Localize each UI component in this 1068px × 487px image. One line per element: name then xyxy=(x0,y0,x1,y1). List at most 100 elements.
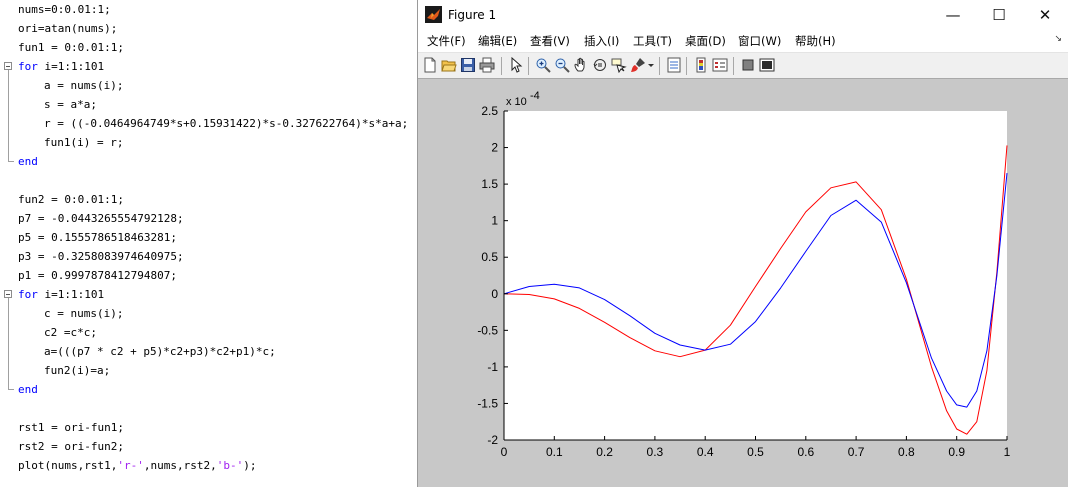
matlab-logo-icon xyxy=(425,6,442,23)
y-tick-label: 1.5 xyxy=(481,177,498,191)
code-text: s = a*a; xyxy=(44,98,97,111)
code-line[interactable]: s = a*a; xyxy=(44,95,97,114)
x-tick-label: 0.6 xyxy=(797,445,814,459)
insert-colorbar-icon[interactable] xyxy=(692,56,710,74)
data-cursor-icon[interactable] xyxy=(610,56,628,74)
code-line[interactable]: rst1 = ori-fun1; xyxy=(18,418,124,437)
code-string: 'b-' xyxy=(216,459,244,472)
brush-icon[interactable] xyxy=(629,56,647,74)
code-line[interactable]: plot(nums,rst1,'r-',nums,rst2,'b-'); xyxy=(18,456,256,475)
code-text: nums=0:0.01:1; xyxy=(18,3,111,16)
code-keyword: end xyxy=(18,155,38,168)
code-line[interactable]: ori=atan(nums); xyxy=(18,19,117,38)
menu-help[interactable]: 帮助(H) xyxy=(795,30,836,52)
code-text: a=(((p7 * c2 + p5)*c2+p3)*c2+p1)*c; xyxy=(44,345,276,358)
rotate-3d-icon[interactable] xyxy=(591,56,609,74)
code-text: ); xyxy=(243,459,257,472)
dock-arrow-icon[interactable]: ↘ xyxy=(1054,34,1062,44)
x-tick-label: 0.1 xyxy=(546,445,563,459)
code-text: plot(nums,rst1, xyxy=(18,459,118,472)
menu-view[interactable]: 查看(V) xyxy=(530,30,570,52)
code-line[interactable]: for i=1:1:101 xyxy=(18,57,104,76)
zoom-in-icon[interactable] xyxy=(534,56,552,74)
toolbar-separator xyxy=(501,57,502,75)
code-text: c2 =c*c; xyxy=(44,326,97,339)
code-line[interactable]: p3 = -0.3258083974640975; xyxy=(18,247,184,266)
zoom-out-icon[interactable] xyxy=(553,56,571,74)
insert-legend-icon[interactable] xyxy=(711,56,729,74)
code-text: fun1(i) = r; xyxy=(44,136,124,149)
x-tick-label: 0.3 xyxy=(647,445,664,459)
code-line[interactable]: fun1 = 0:0.01:1; xyxy=(18,38,124,57)
y-tick-label: 2.5 xyxy=(481,104,498,118)
menu-edit[interactable]: 编辑(E) xyxy=(478,30,517,52)
code-text: p3 = -0.3258083974640975; xyxy=(18,250,184,263)
brush-dropdown-icon[interactable] xyxy=(647,56,655,74)
toolbar-separator xyxy=(659,57,660,75)
y-tick-label: -0.5 xyxy=(477,323,498,337)
figure-window: Figure 1 — ☐ ✕ 文件(F) 编辑(E) 查看(V) 插入(I) 工… xyxy=(417,0,1068,487)
code-line[interactable]: for i=1:1:101 xyxy=(18,285,104,304)
code-line[interactable]: a = nums(i); xyxy=(44,76,123,95)
menu-file[interactable]: 文件(F) xyxy=(427,30,466,52)
code-line[interactable]: end xyxy=(18,152,38,171)
code-text: fun2(i)=a; xyxy=(44,364,111,377)
code-line[interactable]: a=(((p7 * c2 + p5)*c2+p3)*c2+p1)*c; xyxy=(44,342,276,361)
menu-tools[interactable]: 工具(T) xyxy=(633,30,672,52)
menu-insert[interactable]: 插入(I) xyxy=(584,30,619,52)
code-text: i=1:1:101 xyxy=(37,60,105,73)
fold-toggle-icon[interactable] xyxy=(4,290,12,298)
code-editor[interactable]: nums=0:0.01:1; ori=atan(nums); fun1 = 0:0.… xyxy=(0,0,416,487)
minimize-button[interactable]: — xyxy=(930,0,976,30)
x-tick-label: 0.2 xyxy=(596,445,613,459)
x-tick-label: 0 xyxy=(501,445,508,459)
x-tick-label: 0.5 xyxy=(747,445,764,459)
maximize-button[interactable]: ☐ xyxy=(976,0,1022,30)
code-line[interactable]: p5 = 0.1555786518463281; xyxy=(18,228,177,247)
fold-toggle-icon[interactable] xyxy=(4,62,12,70)
y-tick-label: 0.5 xyxy=(481,250,498,264)
code-line[interactable]: end xyxy=(18,380,38,399)
x-tick-label: 0.9 xyxy=(948,445,965,459)
code-line[interactable]: fun1(i) = r; xyxy=(44,133,123,152)
code-text: fun2 = 0:0.01:1; xyxy=(18,193,124,206)
code-line[interactable]: fun2 = 0:0.01:1; xyxy=(18,190,124,209)
code-text: p1 = 0.9997878412794807; xyxy=(18,269,177,282)
code-line[interactable]: p1 = 0.9997878412794807; xyxy=(18,266,177,285)
code-string: 'r-' xyxy=(117,459,144,472)
code-text: p7 = -0.0443265554792128; xyxy=(18,212,184,225)
open-folder-icon[interactable] xyxy=(440,56,458,74)
plot-area[interactable]: 0 0.1 0.2 0.3 0.4 0.5 0.6 0.7 0.8 0.9 1 -2 -1.5 -1 -0.… xyxy=(418,79,1068,487)
code-line[interactable]: fun2(i)=a; xyxy=(44,361,110,380)
pan-hand-icon[interactable] xyxy=(572,56,590,74)
show-plot-tools-icon[interactable] xyxy=(758,56,776,74)
toolbar-separator xyxy=(733,57,734,75)
title-bar[interactable]: Figure 1 — ☐ ✕ xyxy=(418,0,1068,30)
line-chart[interactable]: 0 0.1 0.2 0.3 0.4 0.5 0.6 0.7 0.8 0.9 1 -2 -1.5 -1 -0.… xyxy=(418,79,1068,487)
code-line[interactable]: c2 =c*c; xyxy=(44,323,97,342)
new-file-icon[interactable] xyxy=(421,56,439,74)
code-line[interactable]: r = ((-0.0464964749*s+0.15931422)*s-0.32… xyxy=(44,114,408,133)
menu-window[interactable]: 窗口(W) xyxy=(738,30,781,52)
menu-desktop[interactable]: 桌面(D) xyxy=(685,30,726,52)
code-text: rst1 = ori-fun1; xyxy=(18,421,124,434)
y-tick-label: 0 xyxy=(491,287,498,301)
x-tick-label: 0.8 xyxy=(898,445,915,459)
menu-bar: 文件(F) 编辑(E) 查看(V) 插入(I) 工具(T) 桌面(D) 窗口(W… xyxy=(418,30,1068,52)
close-button[interactable]: ✕ xyxy=(1022,0,1068,30)
print-icon[interactable] xyxy=(478,56,496,74)
code-line[interactable]: p7 = -0.0443265554792128; xyxy=(18,209,184,228)
code-line[interactable]: nums=0:0.01:1; xyxy=(18,0,111,19)
code-text: a = nums(i); xyxy=(44,79,124,92)
code-text: rst2 = ori-fun2; xyxy=(18,440,124,453)
link-plot-icon[interactable] xyxy=(665,56,683,74)
save-icon[interactable] xyxy=(459,56,477,74)
code-line[interactable]: rst2 = ori-fun2; xyxy=(18,437,124,456)
code-keyword: end xyxy=(18,383,38,396)
figure-toolbar xyxy=(418,52,1068,79)
code-line[interactable]: c = nums(i); xyxy=(44,304,123,323)
code-text: ,nums,rst2, xyxy=(143,459,217,472)
code-text: p5 = 0.1555786518463281; xyxy=(18,231,177,244)
pointer-icon[interactable] xyxy=(507,56,525,74)
hide-plot-tools-icon[interactable] xyxy=(739,56,757,74)
